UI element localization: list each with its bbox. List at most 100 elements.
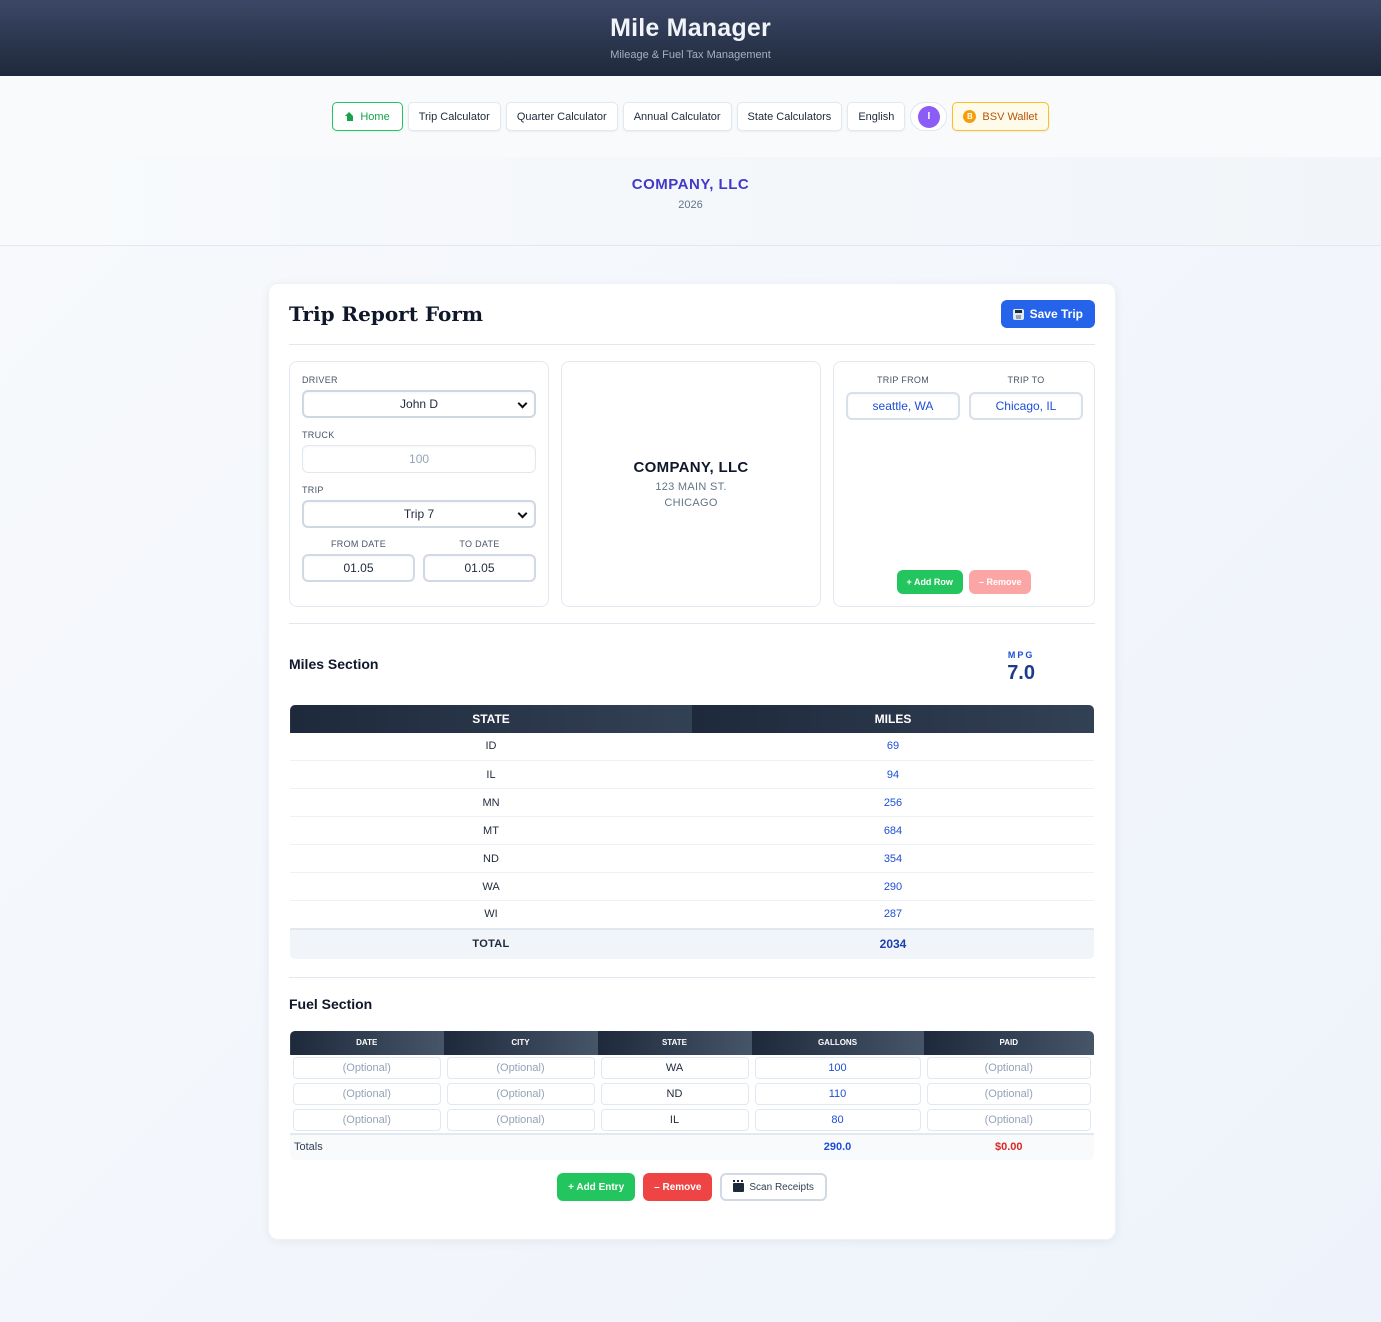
- fuel-column-header: CITY: [443, 1031, 598, 1055]
- from-date-input[interactable]: 01.05: [302, 554, 415, 582]
- truck-input[interactable]: 100: [302, 445, 537, 473]
- fuel-totals-row: Totals 290.0 $0.00: [290, 1132, 1094, 1160]
- bitcoin-icon: B: [963, 110, 977, 123]
- fuel-column-header: PAID: [923, 1031, 1094, 1055]
- fuel-date-input[interactable]: (Optional): [293, 1082, 441, 1105]
- add-entry-button[interactable]: + Add Entry: [557, 1173, 636, 1201]
- fuel-state-input[interactable]: WA: [600, 1056, 749, 1079]
- trip-from-input[interactable]: seattle, WA: [846, 392, 960, 420]
- miles-cell[interactable]: 69: [692, 732, 1094, 761]
- user-menu-button[interactable]: I: [910, 102, 948, 131]
- miles-section-header: Miles Section MPG 7.0: [289, 624, 1095, 704]
- trip-value: Trip 7: [403, 507, 435, 521]
- fuel-total-gallons: 290.0: [751, 1132, 924, 1160]
- from-date-value: 01.05: [343, 561, 374, 575]
- chevron-down-icon: [517, 508, 528, 519]
- miles-cell[interactable]: 354: [692, 844, 1094, 873]
- truck-placeholder: 100: [409, 452, 430, 466]
- fuel-city-input[interactable]: (Optional): [446, 1082, 595, 1105]
- company-address-line1: 123 MAIN ST.: [655, 481, 727, 493]
- language-selector[interactable]: English: [847, 102, 906, 131]
- nav-trip-calculator-button[interactable]: Trip Calculator: [407, 102, 501, 131]
- app-title: Mile Manager: [610, 14, 771, 42]
- remove-entry-button[interactable]: – Remove: [643, 1173, 713, 1201]
- miles-section-title: Miles Section: [289, 656, 379, 672]
- fuel-paid-input[interactable]: (Optional): [926, 1056, 1091, 1079]
- truck-label: TRUCK: [302, 430, 335, 440]
- column-header-miles: MILES: [692, 705, 1094, 733]
- fuel-city-input[interactable]: (Optional): [446, 1056, 595, 1079]
- fuel-gallons-input[interactable]: 100: [754, 1056, 921, 1079]
- nav-state-calculators-button[interactable]: State Calculators: [736, 102, 843, 131]
- fuel-section-title: Fuel Section: [289, 996, 373, 1012]
- miles-table: STATE MILES ID 69 IL 94 MN 256 MT 684 ND 354 WA 290…: [289, 704, 1095, 960]
- miles-cell[interactable]: 684: [692, 816, 1094, 845]
- home-icon: [345, 112, 354, 121]
- to-date-group: TO DATE 01.05: [423, 539, 536, 582]
- nav-home-button[interactable]: Home: [332, 102, 403, 131]
- clapperboard-icon: [733, 1179, 745, 1192]
- save-trip-button[interactable]: Save Trip: [1000, 300, 1095, 328]
- trip-to-input[interactable]: Chicago, IL: [969, 392, 1083, 420]
- fuel-date-input[interactable]: (Optional): [293, 1108, 441, 1131]
- nav-quarter-calculator-button[interactable]: Quarter Calculator: [505, 102, 618, 131]
- fuel-city-input[interactable]: (Optional): [446, 1108, 595, 1131]
- trip-details-grid: DRIVER John D TRUCK 100 TRIP Trip 7 FROM…: [289, 361, 1095, 607]
- app-header: Mile Manager Mileage & Fuel Tax Manageme…: [0, 0, 1381, 76]
- fuel-paid-input[interactable]: (Optional): [926, 1108, 1091, 1131]
- wallet-label: BSV Wallet: [982, 110, 1038, 123]
- miles-table-header: STATE MILES: [290, 705, 1094, 733]
- floppy-disk-icon: [1012, 308, 1024, 320]
- fuel-table-header: DATE CITY STATE GALLONS PAID: [290, 1031, 1094, 1055]
- from-date-group: FROM DATE 01.05: [302, 539, 415, 582]
- company-panel: COMPANY, LLC 123 MAIN ST. CHICAGO: [561, 361, 821, 607]
- table-row: IL 94: [290, 760, 1094, 789]
- fuel-section-header: Fuel Section: [289, 978, 1095, 1030]
- chevron-down-icon: [517, 398, 528, 409]
- route-actions: + Add Row – Remove: [834, 570, 1094, 594]
- card-header: Trip Report Form Save Trip: [289, 284, 1095, 345]
- miles-cell[interactable]: 290: [692, 872, 1094, 901]
- bsv-wallet-button[interactable]: B BSV Wallet: [952, 102, 1049, 131]
- to-date-label: TO DATE: [459, 539, 500, 549]
- miles-cell[interactable]: 256: [692, 788, 1094, 817]
- add-row-button[interactable]: + Add Row: [896, 570, 963, 594]
- page-title: Trip Report Form: [289, 302, 484, 326]
- fuel-date-input[interactable]: (Optional): [293, 1056, 441, 1079]
- total-miles-value: 2034: [692, 927, 1094, 959]
- trip-report-card: Trip Report Form Save Trip DRIVER John D…: [268, 283, 1116, 1240]
- fuel-row: (Optional) (Optional) WA 100 (Optional): [290, 1055, 1094, 1081]
- table-row: ND 354: [290, 844, 1094, 873]
- scan-receipts-button[interactable]: Scan Receipts: [720, 1173, 827, 1201]
- mpg-label: MPG: [1007, 650, 1035, 660]
- trip-label: TRIP: [302, 485, 324, 495]
- state-cell: WA: [290, 872, 692, 901]
- company-name: COMPANY, LLC: [633, 459, 749, 476]
- nav-home-label: Home: [360, 110, 390, 123]
- fuel-state-input[interactable]: ND: [600, 1082, 749, 1105]
- fuel-totals-label: Totals: [290, 1132, 752, 1160]
- mpg-display: MPG 7.0: [1007, 650, 1035, 685]
- state-cell: ND: [290, 844, 692, 873]
- to-date-input[interactable]: 01.05: [423, 554, 536, 582]
- trip-select[interactable]: Trip 7: [302, 500, 537, 528]
- fuel-gallons-input[interactable]: 110: [754, 1082, 921, 1105]
- miles-cell[interactable]: 94: [692, 760, 1094, 789]
- fuel-table: DATE CITY STATE GALLONS PAID (Optional) (Opti…: [289, 1030, 1095, 1161]
- state-cell: IL: [290, 760, 692, 789]
- miles-cell[interactable]: 287: [692, 900, 1094, 929]
- state-cell: MT: [290, 816, 692, 845]
- trip-to-label: TRIP TO: [1007, 375, 1045, 385]
- fuel-paid-input[interactable]: (Optional): [926, 1082, 1091, 1105]
- fuel-state-input[interactable]: IL: [600, 1108, 749, 1131]
- fuel-gallons-input[interactable]: 80: [754, 1108, 921, 1131]
- fuel-table-body: (Optional) (Optional) WA 100 (Optional) (Opti…: [290, 1055, 1094, 1160]
- driver-select[interactable]: John D: [302, 390, 537, 418]
- remove-row-button[interactable]: – Remove: [968, 570, 1032, 594]
- miles-table-body: ID 69 IL 94 MN 256 MT 684 ND 354 WA 290 WI 287 TOTAL 20…: [290, 732, 1094, 959]
- app-subtitle: Mileage & Fuel Tax Management: [610, 49, 771, 61]
- nav-annual-calculator-button[interactable]: Annual Calculator: [622, 102, 732, 131]
- driver-panel: DRIVER John D TRUCK 100 TRIP Trip 7 FROM…: [289, 361, 550, 607]
- driver-value: John D: [400, 397, 439, 411]
- trip-to-group: TRIP TO Chicago, IL: [969, 374, 1083, 420]
